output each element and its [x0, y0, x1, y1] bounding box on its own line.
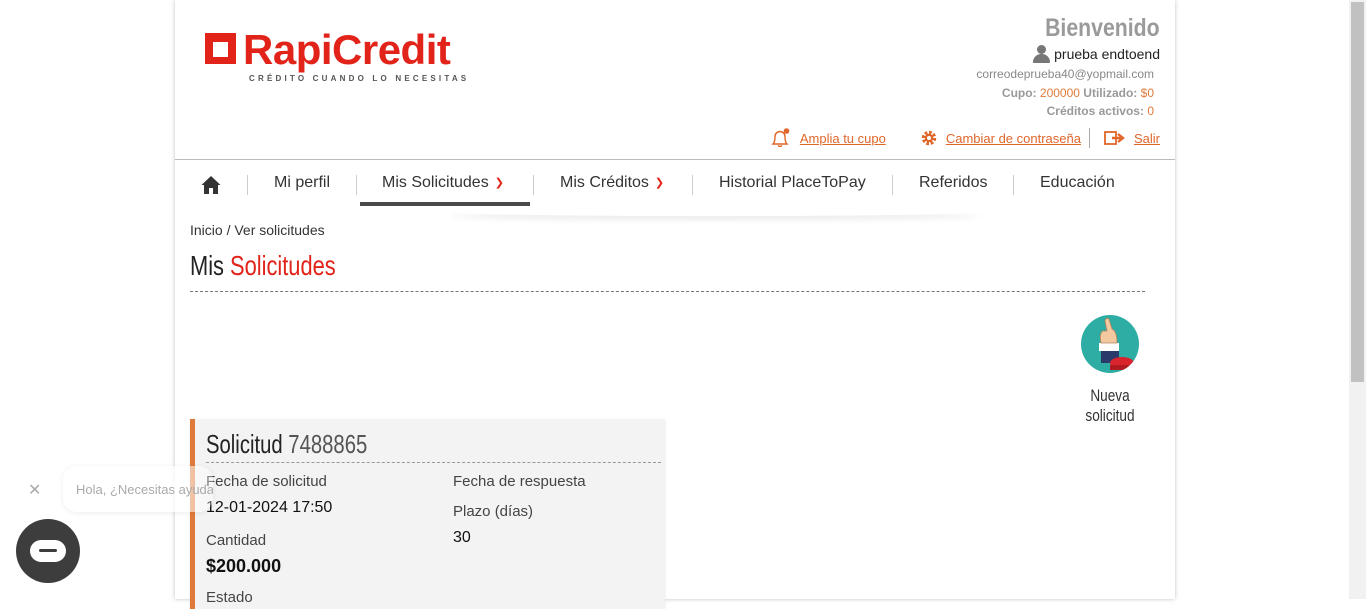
- plazo-label: Plazo (días): [453, 503, 534, 520]
- nav-divider: [356, 175, 357, 195]
- home-icon[interactable]: [201, 175, 221, 195]
- logout-icon: [1104, 131, 1125, 145]
- chat-greeting-bubble[interactable]: Hola, ¿Necesitas ayuda?: [63, 466, 213, 512]
- scrollbar-thumb[interactable]: [1351, 2, 1364, 382]
- nav-divider: [247, 175, 248, 195]
- creditos-value: 0: [1147, 104, 1154, 118]
- nav-referidos[interactable]: Referidos: [919, 174, 987, 192]
- nav-divider: [1013, 175, 1014, 195]
- user-info: Bienvenido prueba endtoend correodeprueb…: [976, 14, 1160, 118]
- amplia-cupo-label: Amplia tu cupo: [799, 130, 886, 146]
- fecha-solicitud-value: 12-01-2024 17:50: [206, 499, 333, 516]
- utilizado-label: Utilizado:: [1083, 86, 1138, 100]
- chat-launcher-button[interactable]: [16, 519, 80, 583]
- breadcrumb: Inicio / Ver solicitudes: [190, 222, 325, 238]
- cupo-value: 200000: [1039, 86, 1080, 100]
- solicitud-card: Solicitud 7488865 Fecha de solicitud 12-…: [190, 419, 665, 609]
- header-separator: [1088, 128, 1090, 148]
- fecha-solicitud-label: Fecha de solicitud: [206, 473, 327, 490]
- estado-label: Estado: [206, 589, 253, 606]
- logo-text: RapiCredit: [243, 26, 451, 73]
- nav-educacion[interactable]: Educación: [1040, 174, 1115, 192]
- chat-close-icon[interactable]: ✕: [28, 480, 41, 500]
- utilizado-value: $0: [1140, 86, 1154, 100]
- nav-divider: [892, 175, 893, 195]
- cupo-info: Cupo: 200000 Utilizado: $0: [976, 86, 1154, 100]
- cantidad-value: $200.000: [206, 556, 282, 576]
- bell-icon: [771, 128, 790, 148]
- nav-mis-solicitudes-label: Mis Solicitudes: [382, 174, 489, 191]
- gear-icon: [921, 130, 937, 146]
- amplia-cupo-link[interactable]: Amplia tu cupo: [770, 128, 886, 148]
- nav-divider: [692, 175, 693, 195]
- nav-mis-solicitudes[interactable]: Mis Solicitudes ❯: [382, 174, 504, 192]
- page-container: RapiCredit CRÉDITO CUANDO LO NECESITAS B…: [175, 0, 1175, 609]
- salir-label: Salir: [1133, 130, 1160, 146]
- user-email: correodeprueba40@yopmail.com: [976, 67, 1154, 81]
- cupo-label: Cupo:: [1001, 86, 1037, 100]
- user-icon: [1032, 45, 1051, 63]
- nav-mi-perfil[interactable]: Mi perfil: [274, 174, 330, 192]
- creditos-label: Créditos activos:: [1046, 104, 1144, 118]
- plazo-value: 30: [453, 529, 471, 546]
- fecha-respuesta-label: Fecha de respuesta: [453, 473, 586, 490]
- main-nav: Mi perfil Mis Solicitudes ❯ Mis Créditos ❯…: [175, 160, 1175, 208]
- nueva-solicitud-label: Nueva solicitud: [1085, 386, 1135, 425]
- nav-historial-placetopay[interactable]: Historial PlaceToPay: [719, 174, 866, 192]
- solicitud-title: Solicitud 7488865: [206, 429, 367, 460]
- cantidad-label: Cantidad: [206, 532, 267, 549]
- title-divider: [190, 291, 1145, 292]
- cambiar-contrasena-label: Cambiar de contraseña: [945, 130, 1081, 146]
- solicitud-title-label: Solicitud: [206, 429, 283, 459]
- thumbs-up-icon: [1081, 315, 1139, 373]
- logo-tagline: CRÉDITO CUANDO LO NECESITAS: [249, 74, 470, 83]
- page-title: Mis Solicitudes: [190, 250, 336, 282]
- logo-mark-icon: [205, 33, 236, 64]
- solicitud-number: 7488865: [288, 429, 368, 459]
- page-title-part2: Solicitudes: [230, 250, 336, 281]
- creditos-info: Créditos activos: 0: [976, 104, 1154, 118]
- nav-shadow: [450, 208, 980, 216]
- salir-link[interactable]: Salir: [1104, 130, 1160, 146]
- nav-mis-creditos-label: Mis Créditos: [560, 174, 649, 191]
- welcome-text: Bienvenido: [1045, 14, 1160, 42]
- chevron-down-icon: ❯: [494, 177, 504, 189]
- user-name: prueba endtoend: [1054, 46, 1160, 62]
- header-actions: Amplia tu cupo Cambiar de contraseña Sal…: [770, 128, 1160, 148]
- chevron-down-icon: ❯: [654, 177, 665, 189]
- cambiar-contrasena-link[interactable]: Cambiar de contraseña: [920, 129, 1081, 147]
- user-name-row: prueba endtoend: [976, 45, 1160, 63]
- nav-active-indicator: [360, 202, 530, 206]
- card-divider: [206, 462, 661, 463]
- nav-divider: [533, 175, 534, 195]
- nav-mis-creditos[interactable]: Mis Créditos ❯: [560, 174, 664, 192]
- page-title-part1: Mis: [190, 250, 224, 281]
